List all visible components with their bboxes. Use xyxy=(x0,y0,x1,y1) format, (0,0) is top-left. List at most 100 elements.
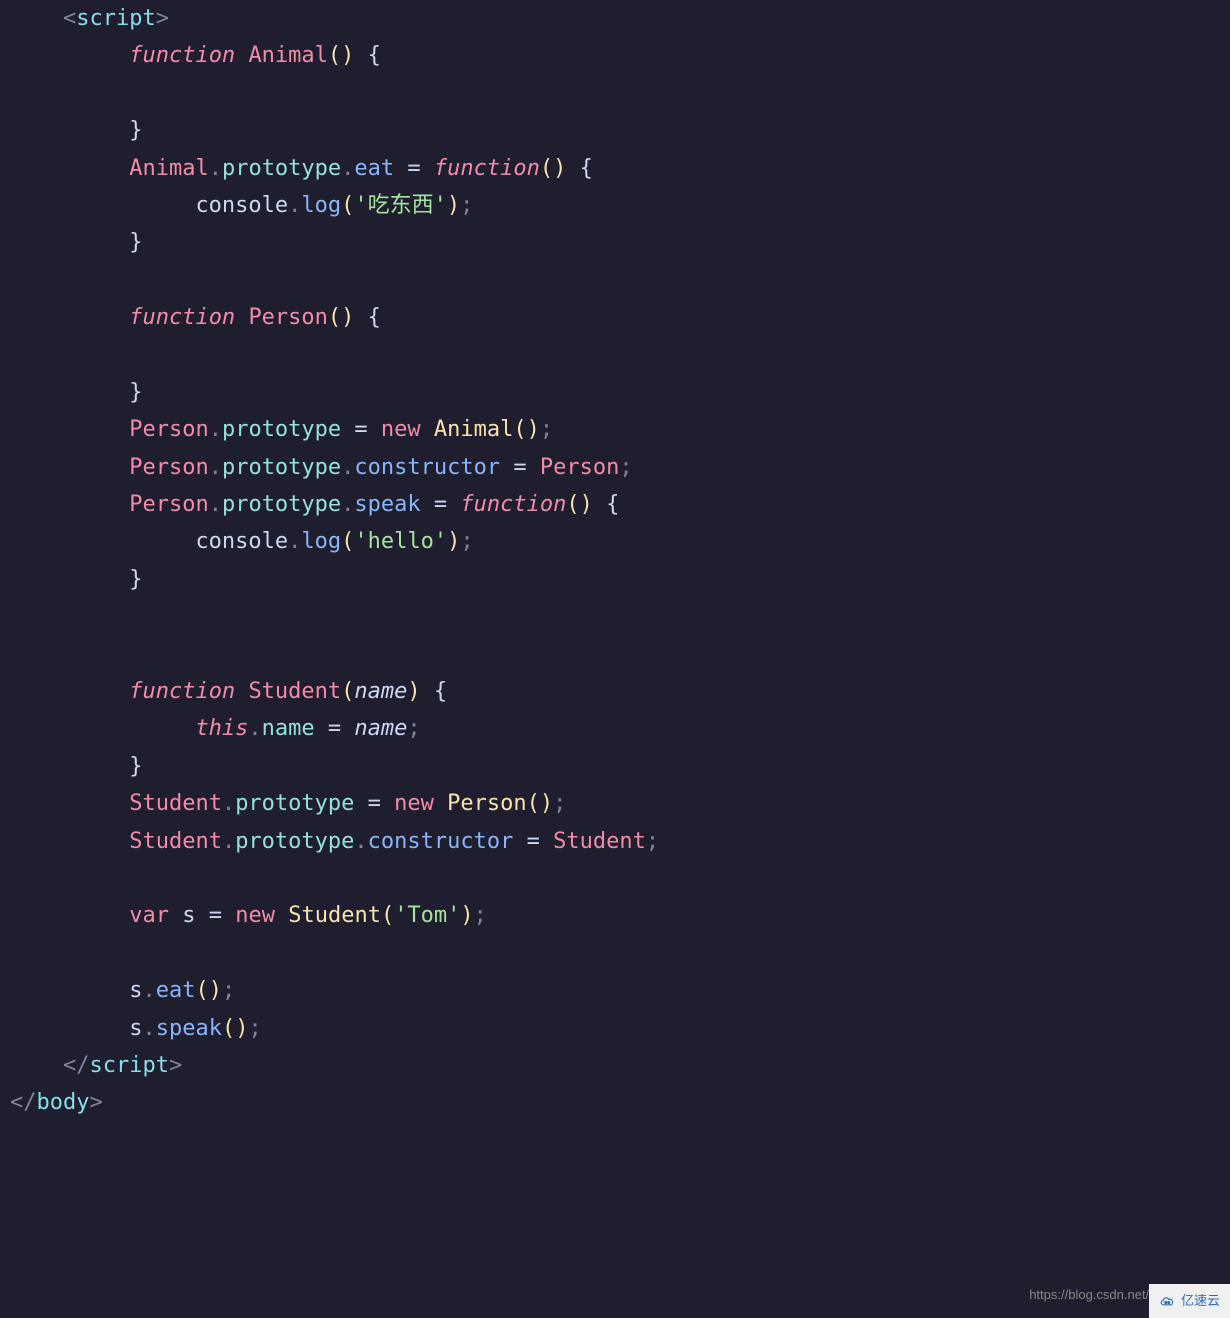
token-punct: ; xyxy=(553,791,566,816)
token-angle: > xyxy=(169,1053,182,1078)
token-punct: . xyxy=(209,156,222,181)
code-line: console.log('hello'); xyxy=(10,523,1220,560)
token-brace: } xyxy=(129,118,142,143)
token-brace: } xyxy=(129,754,142,779)
code-line: function Person() { xyxy=(10,299,1220,336)
code-line: var s = new Student('Tom'); xyxy=(10,897,1220,934)
code-block: <script> function Animal() { } Animal.pr… xyxy=(10,0,1220,1122)
token-punct: . xyxy=(209,455,222,480)
token-paren: () xyxy=(540,156,567,181)
token-brace: } xyxy=(129,380,142,405)
token-function-def: Student xyxy=(248,679,341,704)
token-plain xyxy=(341,716,354,741)
token-brace: { xyxy=(368,43,381,68)
token-param: name xyxy=(354,716,407,741)
token-plain xyxy=(527,455,540,480)
code-line: } xyxy=(10,374,1220,411)
token-var-name: s xyxy=(129,978,142,1003)
token-punct: ; xyxy=(619,455,632,480)
token-punct: . xyxy=(341,156,354,181)
token-plain xyxy=(341,417,354,442)
token-class-name: Person xyxy=(129,492,208,517)
code-line: this.name = name; xyxy=(10,710,1220,747)
token-keyword-plain: new xyxy=(381,417,421,442)
token-paren: () xyxy=(328,43,355,68)
code-line: function Student(name) { xyxy=(10,673,1220,710)
token-paren: () xyxy=(513,417,540,442)
token-punct: ; xyxy=(460,529,473,554)
token-plain xyxy=(235,43,248,68)
code-line: s.speak(); xyxy=(10,1010,1220,1047)
token-operator: = xyxy=(527,829,540,854)
token-method-call: eat xyxy=(156,978,196,1003)
token-plain xyxy=(235,679,248,704)
code-line: function Animal() { xyxy=(10,37,1220,74)
token-class-name: Student xyxy=(129,829,222,854)
token-keyword: function xyxy=(129,305,235,330)
token-plain xyxy=(434,791,447,816)
token-punct: ; xyxy=(222,978,235,1003)
token-function-name: Animal xyxy=(434,417,513,442)
token-string: '吃东西' xyxy=(354,193,447,218)
token-keyword: function xyxy=(460,492,566,517)
token-keyword-plain: new xyxy=(394,791,434,816)
token-plain xyxy=(593,492,606,517)
token-punct: . xyxy=(248,716,261,741)
token-plain xyxy=(421,156,434,181)
token-class-name: Student xyxy=(129,791,222,816)
token-plain xyxy=(394,156,407,181)
token-punct: ; xyxy=(407,716,420,741)
token-keyword: function xyxy=(434,156,540,181)
token-tag: script xyxy=(76,6,155,31)
token-paren: ) xyxy=(460,903,473,928)
token-punct: . xyxy=(354,829,367,854)
token-paren: ( xyxy=(341,193,354,218)
token-plain xyxy=(513,829,526,854)
token-punct: . xyxy=(222,791,235,816)
code-line xyxy=(10,860,1220,897)
token-brace: { xyxy=(434,679,447,704)
code-line: Student.prototype = new Person(); xyxy=(10,785,1220,822)
token-punct: . xyxy=(222,829,235,854)
token-class-name: Person xyxy=(129,455,208,480)
token-param: name xyxy=(354,679,407,704)
token-plain xyxy=(500,455,513,480)
watermark-url: https://blog.csdn.net/m xyxy=(1029,1284,1160,1306)
token-brace: { xyxy=(606,492,619,517)
token-class-name: Person xyxy=(129,417,208,442)
code-line: } xyxy=(10,224,1220,261)
code-line: Person.prototype = new Animal(); xyxy=(10,411,1220,448)
token-operator: = xyxy=(354,417,367,442)
token-function-name: Person xyxy=(447,791,526,816)
token-angle: > xyxy=(156,6,169,31)
token-paren: ( xyxy=(381,903,394,928)
token-method: constructor xyxy=(354,455,500,480)
token-method: speak xyxy=(354,492,420,517)
token-prop-cyan: prototype xyxy=(222,156,341,181)
token-method: eat xyxy=(354,156,394,181)
token-brace: { xyxy=(368,305,381,330)
token-angle: < xyxy=(63,6,76,31)
token-prop-cyan: name xyxy=(262,716,315,741)
code-line: s.eat(); xyxy=(10,972,1220,1009)
token-plain xyxy=(421,492,434,517)
token-brace: } xyxy=(129,567,142,592)
code-line xyxy=(10,75,1220,112)
code-line: Person.prototype.speak = function() { xyxy=(10,486,1220,523)
token-operator: = xyxy=(513,455,526,480)
token-punct: . xyxy=(209,492,222,517)
token-brace: } xyxy=(129,230,142,255)
token-plain xyxy=(421,417,434,442)
token-prop-cyan: prototype xyxy=(235,829,354,854)
token-plain xyxy=(354,305,367,330)
token-tag: body xyxy=(37,1090,90,1115)
token-operator: = xyxy=(434,492,447,517)
cloud-icon xyxy=(1159,1294,1177,1308)
token-function-name: Student xyxy=(288,903,381,928)
token-operator: = xyxy=(407,156,420,181)
token-punct: ; xyxy=(646,829,659,854)
token-prop-cyan: prototype xyxy=(235,791,354,816)
token-punct: ; xyxy=(474,903,487,928)
token-keyword: function xyxy=(129,43,235,68)
token-punct: . xyxy=(142,1016,155,1041)
